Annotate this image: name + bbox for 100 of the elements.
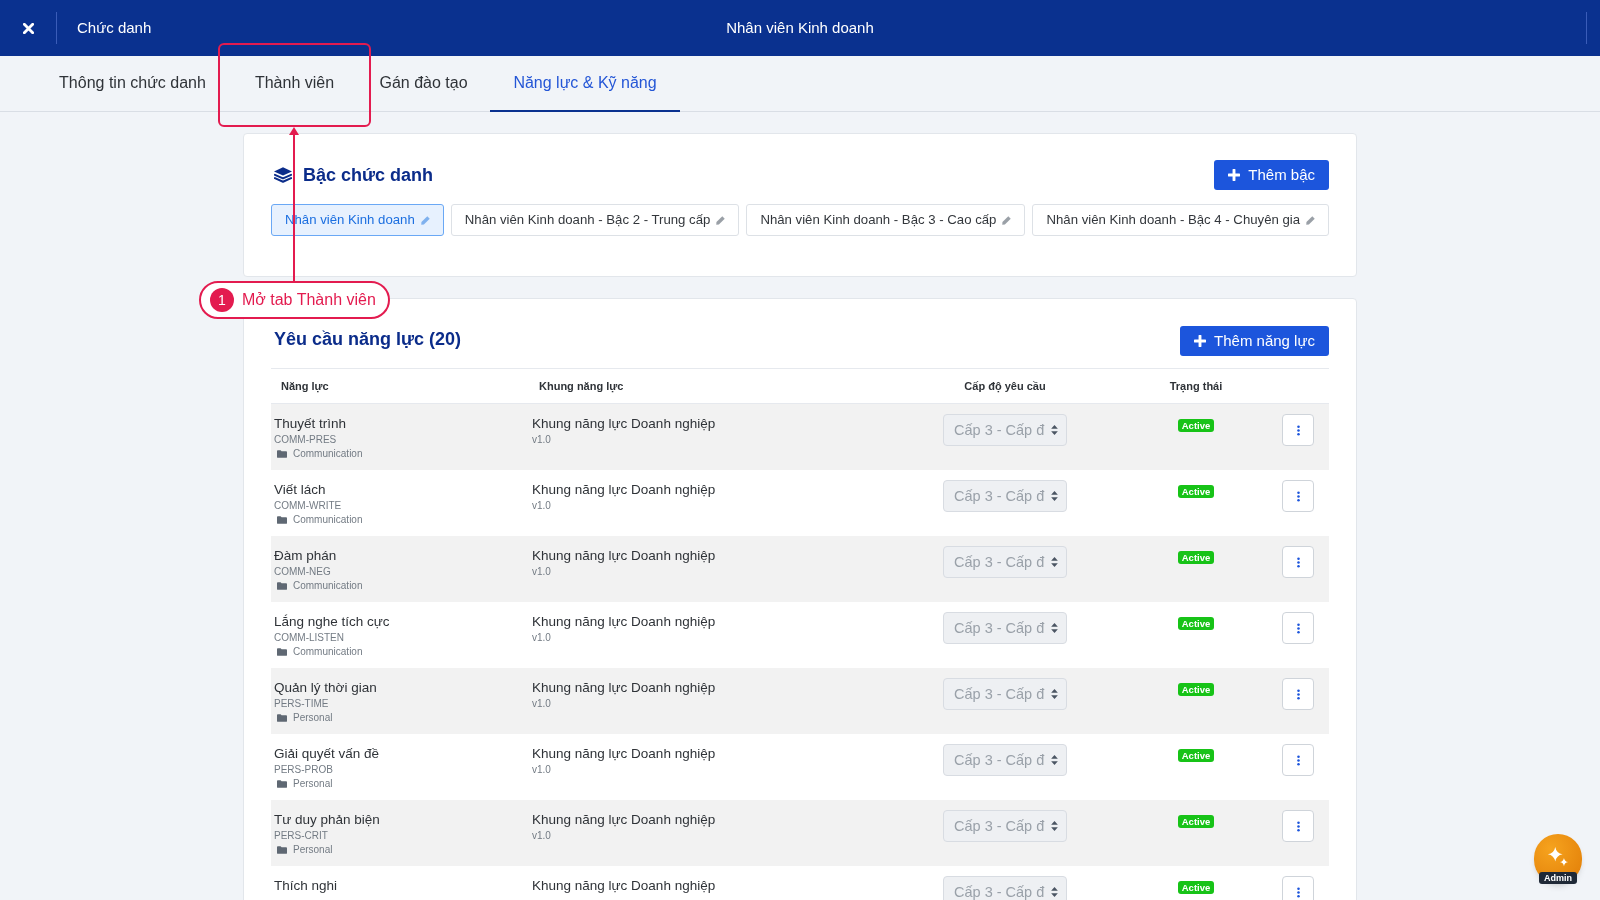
vertical-dots-icon [1296,754,1300,766]
add-level-button[interactable]: Thêm bậc [1214,160,1329,190]
competency-name: Quản lý thời gian [274,679,377,696]
status-badge: Active [1177,749,1215,762]
step-number: 1 [210,288,234,312]
folder-icon [277,582,287,590]
competency-name: Thích nghi [274,877,338,894]
folder-icon [277,516,287,524]
pencil-icon [1002,215,1012,225]
pencil-icon [420,215,430,225]
add-competency-button[interactable]: Thêm năng lực [1180,326,1329,356]
page-title: Nhân viên Kinh doanh [726,17,874,38]
framework-version: v1.0 [532,434,551,446]
column-header: Cấp độ yêu cầu [964,378,1046,395]
pencil-icon [1306,215,1316,225]
competency-name: Lắng nghe tích cực [274,613,390,630]
row-actions-button[interactable] [1282,678,1314,710]
competency-name: Giải quyết vấn đề [274,745,380,762]
category-label: Communication [293,448,363,460]
level-chip[interactable]: Nhân viên Kinh doanh - Bậc 3 - Cao cấp [746,204,1026,236]
close-icon [22,22,34,34]
row-actions-button[interactable] [1282,612,1314,644]
row-actions-button[interactable] [1282,810,1314,842]
framework-version: v1.0 [532,830,551,842]
competency-name: Đàm phán [274,547,337,564]
column-header: Năng lực [280,378,329,395]
callout-text: Mở tab Thành viên [242,290,376,310]
folder-icon [277,780,287,788]
framework-version: v1.0 [532,698,551,710]
role-tag: Admin [1539,872,1577,884]
vertical-dots-icon [1296,820,1300,832]
sort-icon [1051,425,1058,435]
framework-name: Khung năng lực Doanh nghiệp [532,415,716,432]
status-badge: Active [1177,617,1215,630]
framework-name: Khung năng lực Doanh nghiệp [532,481,716,498]
sort-icon [1051,755,1058,765]
competency-name: Tư duy phản biện [274,811,380,828]
sort-icon [1051,887,1058,897]
status-badge: Active [1177,683,1215,696]
category-label: Communication [293,580,363,592]
column-header: Trạng thái [1169,378,1223,395]
framework-version: v1.0 [532,500,551,512]
row-actions-button[interactable] [1282,876,1314,900]
framework-version: v1.0 [532,632,551,644]
pencil-icon [716,215,726,225]
card-title: Bậc chức danh [303,163,434,187]
category-label: Personal [293,778,333,790]
competency-code: COMM-NEG [274,566,331,578]
section-title: Chức danh [77,17,152,38]
tab[interactable]: Gán đào tạo [357,56,490,112]
level-chip[interactable]: Nhân viên Kinh doanh - Bậc 4 - Chuyên gia [1032,204,1330,236]
tab[interactable]: Năng lực & Kỹ năng [490,56,680,112]
category-label: Communication [293,646,363,658]
sort-icon [1051,491,1058,501]
framework-name: Khung năng lực Doanh nghiệp [532,547,716,564]
status-badge: Active [1177,551,1215,564]
framework-name: Khung năng lực Doanh nghiệp [532,613,716,630]
tab[interactable]: Thành viên [232,56,357,112]
framework-name: Khung năng lực Doanh nghiệp [532,745,716,762]
status-badge: Active [1177,881,1215,894]
folder-icon [277,714,287,722]
sparkle-icon [1547,846,1569,868]
folder-icon [277,846,287,854]
framework-name: Khung năng lực Doanh nghiệp [532,877,716,894]
layers-icon [274,167,292,183]
vertical-dots-icon [1296,556,1300,568]
column-header: Khung năng lực [538,378,624,395]
tab[interactable]: Thông tin chức danh [33,56,232,112]
vertical-dots-icon [1296,424,1300,436]
row-actions-button[interactable] [1282,414,1314,446]
vertical-dots-icon [1296,688,1300,700]
vertical-dots-icon [1296,886,1300,898]
vertical-dots-icon [1296,622,1300,634]
row-actions-button[interactable] [1282,480,1314,512]
category-label: Communication [293,514,363,526]
sort-icon [1051,821,1058,831]
sort-icon [1051,557,1058,567]
row-actions-button[interactable] [1282,546,1314,578]
competency-code: PERS-CRIT [274,830,328,842]
sort-icon [1051,689,1058,699]
card-title: Yêu cầu năng lực (20) [273,328,462,350]
framework-version: v1.0 [532,566,551,578]
competency-code: PERS-PROB [274,764,333,776]
framework-name: Khung năng lực Doanh nghiệp [532,679,716,696]
competency-code: PERS-TIME [274,698,329,710]
row-actions-button[interactable] [1282,744,1314,776]
assistant-button[interactable]: Admin [1534,834,1582,884]
category-label: Personal [293,712,333,724]
framework-name: Khung năng lực Doanh nghiệp [532,811,716,828]
plus-icon [1228,169,1241,181]
vertical-dots-icon [1296,490,1300,502]
plus-icon [1194,335,1207,347]
status-badge: Active [1177,485,1215,498]
competency-code: COMM-WRITE [274,500,342,512]
competency-name: Thuyết trình [274,415,347,432]
competency-code: COMM-LISTEN [274,632,344,644]
folder-icon [277,648,287,656]
competency-code: COMM-PRES [274,434,337,446]
level-chip[interactable]: Nhân viên Kinh doanh - Bậc 2 - Trung cấp [450,204,740,236]
status-badge: Active [1177,419,1215,432]
